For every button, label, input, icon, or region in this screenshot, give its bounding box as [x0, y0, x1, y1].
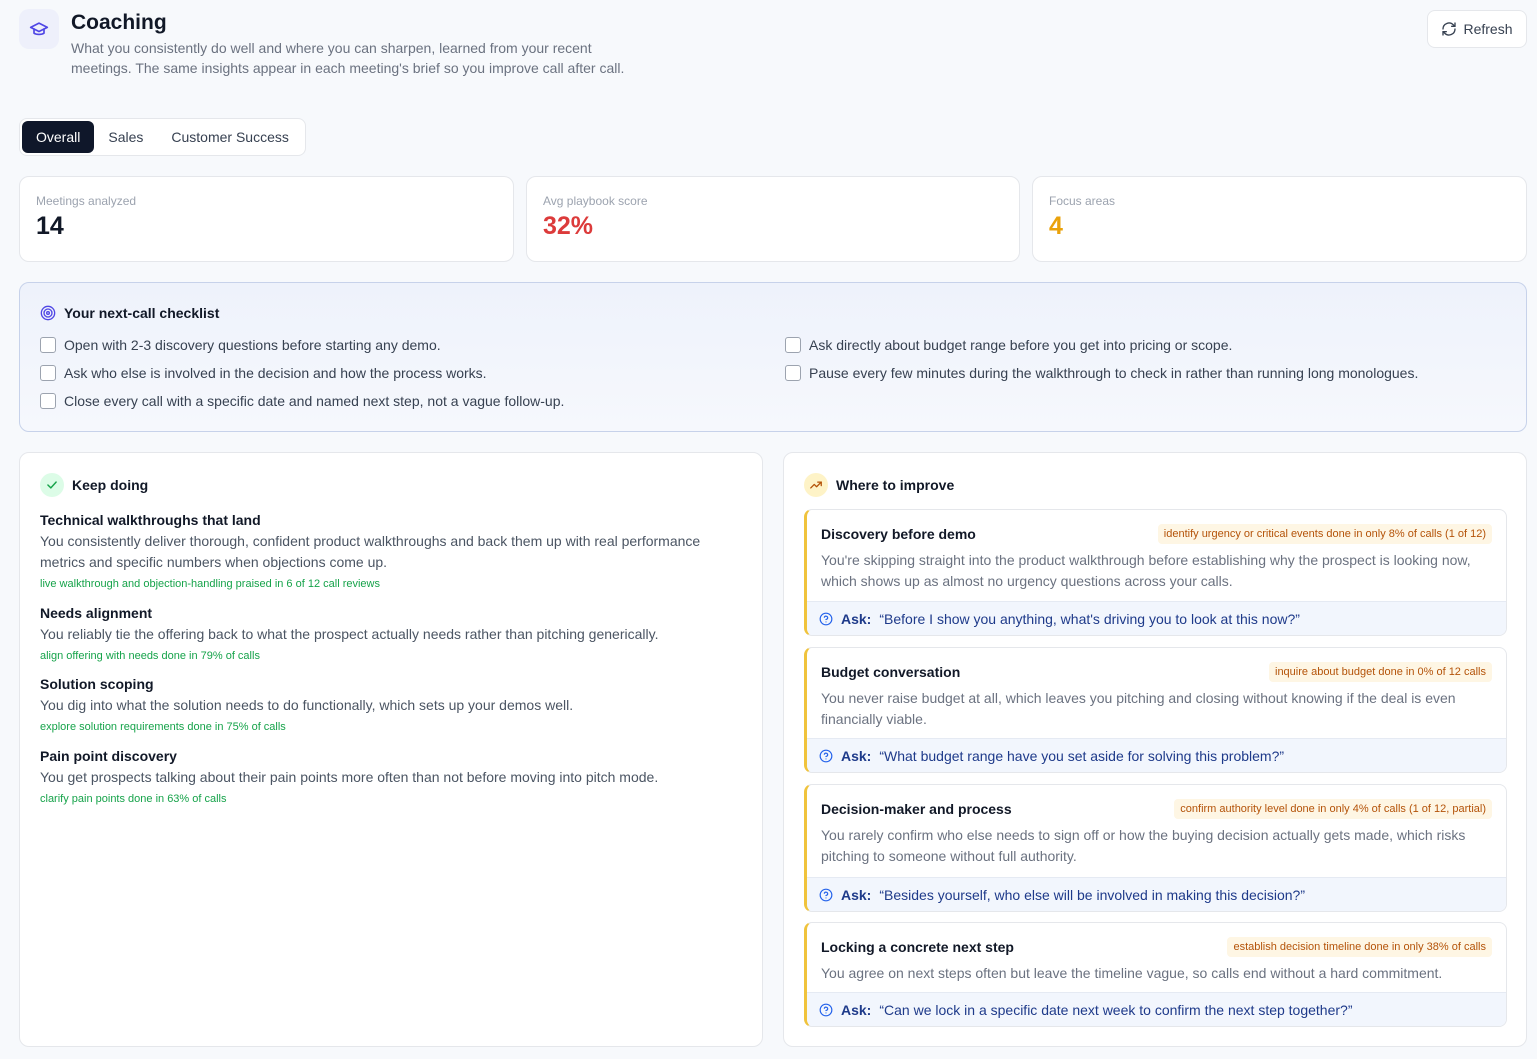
keep-doing-panel: Keep doing Technical walkthroughs that l…: [19, 452, 763, 1047]
keep-item-evidence: live walkthrough and objection-handling …: [40, 578, 380, 590]
suggested-question: Ask: “Can we lock in a specific date nex…: [807, 992, 1506, 1026]
improve-card: Decision-maker and process confirm autho…: [804, 784, 1507, 912]
stat-value: 32%: [543, 212, 594, 240]
stat-label: Avg playbook score: [543, 194, 648, 208]
trending-up-icon: [804, 473, 828, 497]
where-to-improve-panel: Where to improve Discovery before demo i…: [783, 452, 1527, 1047]
checklist-item-text: Pause every few minutes during the walkt…: [809, 365, 1419, 381]
keep-doing-item: Solution scoping You dig into what the s…: [40, 675, 740, 734]
checklist-title-text: Your next-call checklist: [64, 305, 220, 321]
ask-quote: “Can we lock in a specific date next wee…: [879, 1001, 1353, 1018]
keep-item-title: Technical walkthroughs that land: [40, 512, 261, 528]
keep-item-title: Needs alignment: [40, 605, 153, 621]
keep-item-text: You reliably tie the offering back to wh…: [40, 626, 659, 642]
checklist-item-text: Ask directly about budget range before y…: [809, 337, 1233, 353]
keep-doing-item: Technical walkthroughs that land You con…: [40, 511, 740, 591]
refresh-icon: [1442, 22, 1457, 36]
keep-doing-title-text: Keep doing: [72, 477, 149, 493]
improve-card-text: You rarely confirm who else needs to sig…: [821, 827, 1466, 864]
tab-sales[interactable]: Sales: [94, 121, 157, 153]
keep-doing-item: Needs alignment You reliably tie the off…: [40, 604, 740, 663]
refresh-button[interactable]: Refresh: [1427, 10, 1527, 48]
checklist-title: Your next-call checklist: [40, 305, 219, 321]
coaching-header-icon: [19, 9, 59, 49]
keep-item-evidence: clarify pain points done in 63% of calls: [40, 793, 227, 805]
improve-metric-badge: confirm authority level done in only 4% …: [1174, 799, 1492, 819]
improve-title: Where to improve: [804, 473, 954, 497]
page-subtitle: What you consistently do well and where …: [71, 40, 625, 76]
ask-label: Ask:: [841, 886, 872, 903]
improve-metric-badge: identify urgency or critical events done…: [1157, 524, 1492, 544]
keep-doing-item: Pain point discovery You get prospects t…: [40, 747, 740, 806]
check-icon: [40, 473, 64, 497]
next-call-checklist: Your next-call checklist Open with 2-3 d…: [19, 282, 1527, 432]
stat-value: 14: [36, 212, 64, 240]
stat-label: Meetings analyzed: [36, 194, 137, 208]
improve-metric-badge: inquire about budget done in 0% of 12 ca…: [1269, 662, 1492, 682]
improve-card-title: Budget conversation: [821, 664, 961, 680]
suggested-question: Ask: “Before I show you anything, what's…: [807, 601, 1506, 635]
checklist-item[interactable]: Close every call with a specific date an…: [40, 393, 564, 409]
ask-quote: “Before I show you anything, what's driv…: [879, 610, 1300, 627]
refresh-button-label: Refresh: [1463, 21, 1513, 37]
ask-label: Ask:: [841, 610, 872, 627]
checkbox[interactable]: [40, 365, 56, 381]
checklist-item[interactable]: Open with 2-3 discovery questions before…: [40, 337, 441, 353]
stat-label: Focus areas: [1049, 194, 1116, 208]
segment-tabs: Overall Sales Customer Success: [19, 118, 306, 156]
checklist-item-text: Close every call with a specific date an…: [64, 393, 565, 409]
improve-card-title: Decision-maker and process: [821, 801, 1012, 817]
checkbox[interactable]: [40, 337, 56, 353]
checklist-item[interactable]: Ask who else is involved in the decision…: [40, 365, 487, 381]
question-icon: [819, 1003, 833, 1016]
improve-card: Discovery before demo identify urgency o…: [804, 509, 1507, 636]
checklist-item-text: Open with 2-3 discovery questions before…: [64, 337, 441, 353]
question-icon: [819, 888, 833, 901]
checklist-item[interactable]: Ask directly about budget range before y…: [785, 337, 1232, 353]
keep-item-evidence: align offering with needs done in 79% of…: [40, 650, 260, 662]
stat-card-meetings: Meetings analyzed 14: [19, 176, 514, 262]
tab-customer-success[interactable]: Customer Success: [157, 121, 302, 153]
graduation-cap-icon: [29, 22, 49, 36]
checklist-item-text: Ask who else is involved in the decision…: [64, 365, 487, 381]
tab-overall[interactable]: Overall: [22, 121, 95, 153]
improve-card: Locking a concrete next step establish d…: [804, 922, 1507, 1027]
keep-doing-title: Keep doing: [40, 473, 148, 497]
checkbox[interactable]: [785, 365, 801, 381]
checklist-item[interactable]: Pause every few minutes during the walkt…: [785, 365, 1418, 381]
keep-item-text: You dig into what the solution needs to …: [40, 697, 574, 713]
improve-metric-badge: establish decision timeline done in only…: [1227, 937, 1492, 957]
keep-item-title: Solution scoping: [40, 676, 154, 692]
ask-quote: “Besides yourself, who else will be invo…: [879, 886, 1306, 903]
stat-value: 4: [1049, 212, 1063, 240]
page-title: Coaching: [71, 11, 167, 34]
keep-item-text: You get prospects talking about their pa…: [40, 769, 659, 785]
checkbox[interactable]: [785, 337, 801, 353]
stat-card-playbook-score: Avg playbook score 32%: [526, 176, 1020, 262]
improve-card-title: Discovery before demo: [821, 526, 976, 542]
ask-quote: “What budget range have you set aside fo…: [879, 747, 1285, 764]
target-icon: [40, 305, 56, 321]
suggested-question: Ask: “What budget range have you set asi…: [807, 738, 1506, 772]
ask-label: Ask:: [841, 1001, 872, 1018]
keep-item-title: Pain point discovery: [40, 748, 177, 764]
improve-title-text: Where to improve: [836, 477, 955, 493]
keep-item-text: You consistently deliver thorough, confi…: [40, 533, 701, 570]
improve-card: Budget conversation inquire about budget…: [804, 647, 1507, 773]
checkbox[interactable]: [40, 393, 56, 409]
question-icon: [819, 612, 833, 625]
improve-card-text: You agree on next steps often but leave …: [821, 965, 1443, 981]
suggested-question: Ask: “Besides yourself, who else will be…: [807, 877, 1506, 911]
improve-card-text: You never raise budget at all, which lea…: [821, 690, 1456, 727]
question-icon: [819, 749, 833, 762]
improve-card-title: Locking a concrete next step: [821, 939, 1014, 955]
stat-card-focus-areas: Focus areas 4: [1032, 176, 1527, 262]
improve-card-text: You're skipping straight into the produc…: [821, 552, 1471, 589]
ask-label: Ask:: [841, 747, 872, 764]
keep-item-evidence: explore solution requirements done in 75…: [40, 721, 286, 733]
